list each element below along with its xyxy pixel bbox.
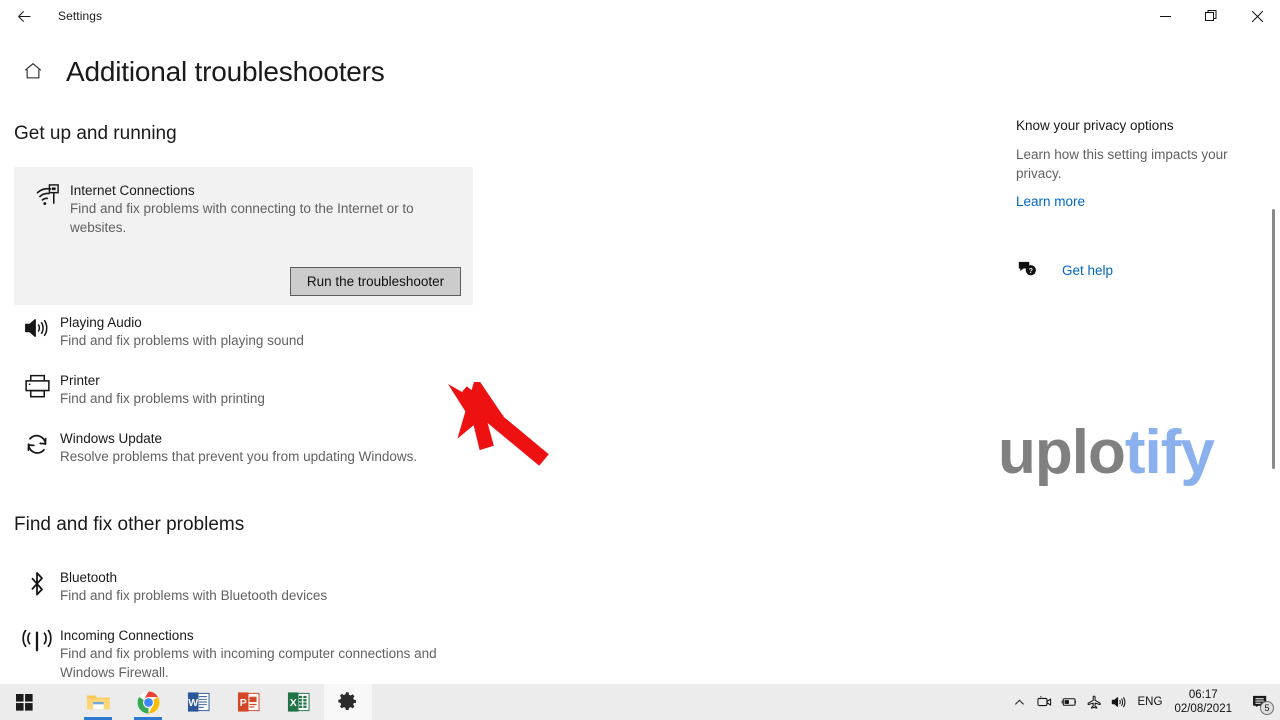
item-title: Bluetooth: [60, 570, 118, 585]
clock[interactable]: 06:17 02/08/2021: [1170, 688, 1242, 716]
content-area: Get up and running Internet Connections …: [0, 104, 1280, 684]
section-heading-get-up-and-running: Get up and running: [14, 123, 177, 144]
battery-icon[interactable]: [1057, 684, 1082, 720]
troubleshooter-item-bluetooth[interactable]: Bluetooth Find and fix problems with Blu…: [14, 568, 327, 606]
troubleshooter-card-internet-connections[interactable]: Internet Connections Find and fix proble…: [14, 167, 473, 305]
home-icon[interactable]: [22, 60, 46, 84]
page-title: Additional troubleshooters: [66, 56, 385, 87]
item-description: Find and fix problems with printing: [60, 391, 265, 406]
notifications-button[interactable]: 5: [1242, 684, 1280, 720]
red-arrow-annotation: [440, 375, 560, 475]
svg-text:P: P: [239, 697, 246, 709]
watermark-part-a: uplo: [998, 418, 1126, 487]
item-description: Find and fix problems with connecting to…: [70, 201, 414, 235]
input-language[interactable]: ENG: [1132, 696, 1171, 708]
internet-connections-icon: [24, 181, 70, 219]
show-hidden-icons-icon[interactable]: [1007, 684, 1032, 720]
watermark-part-b: tify: [1124, 418, 1215, 487]
window-controls: [1142, 0, 1280, 32]
system-tray: ENG 06:17 02/08/2021 5: [1007, 684, 1280, 720]
troubleshooter-item-printer[interactable]: Printer Find and fix problems with print…: [14, 371, 265, 409]
item-description: Find and fix problems with Bluetooth dev…: [60, 588, 328, 603]
troubleshooter-item-windows-update[interactable]: Windows Update Resolve problems that pre…: [14, 429, 417, 467]
privacy-options-description: Learn how this setting impacts your priv…: [1016, 147, 1228, 181]
item-description: Resolve problems that prevent you from u…: [60, 449, 418, 464]
taskbar-file-explorer[interactable]: [74, 684, 122, 720]
item-title: Internet Connections: [70, 183, 195, 198]
title-bar: Settings: [0, 0, 1280, 32]
windows-update-icon: [14, 429, 60, 467]
uplotify-watermark: uplotify: [998, 422, 1215, 484]
clock-date: 02/08/2021: [1174, 703, 1232, 715]
taskbar-microsoft-word[interactable]: W: [174, 684, 222, 720]
bluetooth-icon: [14, 568, 60, 606]
app-title: Settings: [58, 9, 103, 23]
taskbar-microsoft-excel[interactable]: X: [274, 684, 322, 720]
help-bubble-icon: ?: [1016, 259, 1038, 281]
airplane-mode-icon[interactable]: [1082, 684, 1107, 720]
privacy-options-title: Know your privacy options: [1016, 118, 1174, 133]
svg-text:W: W: [188, 697, 198, 709]
run-the-troubleshooter-button[interactable]: Run the troubleshooter: [290, 267, 461, 296]
taskbar-google-chrome[interactable]: [124, 684, 172, 720]
maximize-restore-button[interactable]: [1188, 0, 1234, 32]
section-heading-find-and-fix-other-problems: Find and fix other problems: [14, 514, 245, 535]
vertical-scrollbar[interactable]: [1272, 209, 1275, 469]
back-button[interactable]: [0, 0, 48, 32]
item-title: Playing Audio: [60, 315, 142, 330]
svg-text:?: ?: [1029, 268, 1033, 275]
clock-time: 06:17: [1188, 689, 1218, 701]
notification-count-badge: 5: [1260, 701, 1274, 715]
learn-more-link[interactable]: Learn more: [1016, 194, 1085, 209]
troubleshooter-item-playing-audio[interactable]: Playing Audio Find and fix problems with…: [14, 313, 304, 351]
troubleshooter-item-incoming-connections[interactable]: Incoming Connections Find and fix proble…: [14, 626, 460, 682]
item-description: Find and fix problems with playing sound: [60, 333, 304, 348]
close-button[interactable]: [1234, 0, 1280, 32]
right-rail: Know your privacy options Learn how this…: [1016, 104, 1256, 281]
incoming-connections-icon: [14, 626, 60, 664]
minimize-button[interactable]: [1142, 0, 1188, 32]
get-help-label: Get help: [1062, 262, 1114, 278]
item-description: Find and fix problems with incoming comp…: [60, 646, 437, 680]
start-button[interactable]: [0, 684, 48, 720]
taskbar-settings[interactable]: [324, 684, 372, 720]
printer-icon: [14, 371, 60, 409]
playing-audio-icon: [14, 313, 60, 351]
taskbar-microsoft-powerpoint[interactable]: P: [224, 684, 272, 720]
svg-text:X: X: [289, 697, 296, 709]
page-header: Additional troubleshooters: [0, 48, 1280, 96]
item-title: Windows Update: [60, 431, 163, 446]
item-title: Incoming Connections: [60, 628, 194, 643]
volume-icon[interactable]: [1107, 684, 1132, 720]
taskbar: W P X ENG 06:17 02/08/2021 5: [0, 684, 1280, 720]
get-help-link[interactable]: ? Get help: [1016, 259, 1256, 281]
item-title: Printer: [60, 373, 100, 388]
camera-icon[interactable]: [1032, 684, 1057, 720]
